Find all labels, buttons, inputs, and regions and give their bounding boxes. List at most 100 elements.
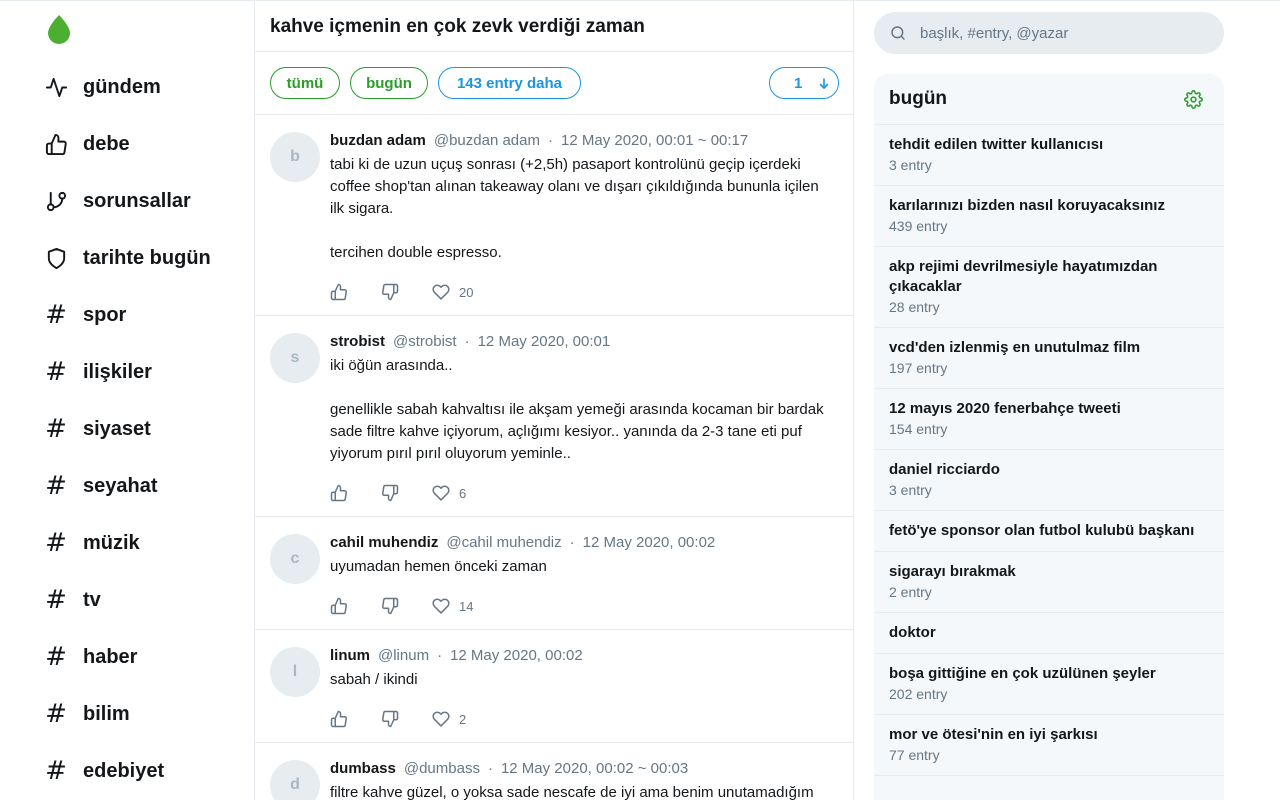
nav-label: debe (83, 132, 130, 155)
favorite-count: 20 (459, 284, 474, 300)
search-input[interactable] (920, 12, 1210, 54)
entry-actions: 14 (330, 597, 473, 615)
hash-icon: # (45, 585, 67, 615)
author-name[interactable]: dumbass (330, 760, 396, 777)
nav-item-bilim[interactable]: # bilim (44, 694, 130, 734)
topic-item-count: 28 entry (889, 299, 940, 315)
thumbs-up-icon[interactable] (330, 484, 348, 502)
search-box[interactable] (874, 12, 1224, 54)
nav-label: siyaset (83, 417, 151, 440)
thumbs-up-icon[interactable] (330, 710, 348, 728)
git-branch-icon (44, 189, 68, 213)
author-handle[interactable]: @cahil muhendiz (446, 534, 561, 551)
author-handle[interactable]: @linum (378, 647, 429, 664)
thumbs-up-icon[interactable] (330, 283, 348, 301)
shield-icon (44, 246, 68, 270)
avatar[interactable]: c (270, 534, 320, 584)
author-handle[interactable]: @dumbass (404, 760, 480, 777)
nav-item-seyahat[interactable]: # seyahat (44, 466, 157, 506)
hash-icon: # (45, 357, 67, 387)
search-icon (891, 26, 905, 40)
thumbs-down-icon[interactable] (381, 597, 399, 615)
entry-text: sabah / ikindi (330, 669, 835, 691)
topic-item-title: akp rejimi devrilmesiyle hayatımızdan çı… (889, 258, 1158, 295)
author-name[interactable]: strobist (330, 333, 385, 350)
topic-column: kahve içmenin en çok zevk verdiği zaman … (254, 0, 854, 800)
author-name[interactable]: cahil muhendiz (330, 534, 438, 551)
avatar[interactable]: d (270, 760, 320, 800)
thumbs-down-icon[interactable] (381, 283, 399, 301)
topic-item[interactable]: vcd'den izlenmiş en unutulmaz film 197 e… (874, 327, 1224, 388)
nav-item-edebiyet[interactable]: # edebiyet (44, 751, 164, 791)
topic-item[interactable]: karılarınızı bizden nasıl koruyacaksınız… (874, 185, 1224, 246)
gear-icon[interactable] (1184, 90, 1203, 109)
nav-item-spor[interactable]: # spor (44, 295, 126, 335)
nav-label: sorunsallar (83, 189, 191, 212)
filter-all-button[interactable]: tümü (270, 67, 340, 99)
entry-date[interactable]: 12 May 2020, 00:02 (450, 647, 583, 664)
heart-icon[interactable] (432, 710, 450, 728)
hash-icon: # (45, 528, 67, 558)
avatar[interactable]: s (270, 333, 320, 383)
entry-date[interactable]: 12 May 2020, 00:01 (478, 333, 611, 350)
topic-item[interactable]: daniel ricciardo 3 entry (874, 449, 1224, 510)
topic-item[interactable]: tehdit edilen twitter kullanıcısı 3 entr… (874, 124, 1224, 185)
entry-paragraph: sabah / ikindi (330, 671, 418, 688)
nav-item-haber[interactable]: # haber (44, 637, 137, 677)
author-handle[interactable]: @buzdan adam (434, 132, 540, 149)
topic-item[interactable] (874, 775, 1224, 796)
author-name[interactable]: buzdan adam (330, 132, 426, 149)
author-name[interactable]: linum (330, 647, 370, 664)
thumbs-down-icon[interactable] (381, 710, 399, 728)
entry-date[interactable]: 12 May 2020, 00:01 ~ 00:17 (561, 132, 748, 149)
entry-header: strobist @strobist · 12 May 2020, 00:01 (330, 333, 610, 350)
entry-date[interactable]: 12 May 2020, 00:02 (583, 534, 716, 551)
author-handle[interactable]: @strobist (393, 333, 457, 350)
topic-item[interactable]: fetö'ye sponsor olan futbol kulubü başka… (874, 510, 1224, 551)
heart-icon[interactable] (432, 597, 450, 615)
topic-item[interactable]: akp rejimi devrilmesiyle hayatımızdan çı… (874, 246, 1224, 327)
today-topic-list: tehdit edilen twitter kullanıcısı 3 entr… (874, 124, 1224, 796)
nav-item-gundem[interactable]: gündem (44, 67, 161, 107)
nav-item-iliskiler[interactable]: # ilişkiler (44, 352, 152, 392)
page-number: 1 (794, 75, 803, 92)
entry-paragraph: uyumadan hemen önceki zaman (330, 558, 547, 575)
entry-item: b buzdan adam @buzdan adam · 12 May 2020… (255, 115, 853, 316)
nav-item-tv[interactable]: # tv (44, 580, 101, 620)
thumbs-up-icon[interactable] (330, 597, 348, 615)
nav-item-muzik[interactable]: # müzik (44, 523, 140, 563)
topic-item-title: daniel ricciardo (889, 461, 1000, 478)
topic-item[interactable]: 12 mayıs 2020 fenerbahçe tweeti 154 entr… (874, 388, 1224, 449)
nav-label: gündem (83, 75, 161, 98)
entry-item: l linum @linum · 12 May 2020, 00:02 saba… (255, 630, 853, 743)
entry-date[interactable]: 12 May 2020, 00:02 ~ 00:03 (501, 760, 688, 777)
nav-item-tarihte-bugun[interactable]: tarihte bugün (44, 238, 211, 278)
entry-text: iki öğün arasında.. genellikle sabah kah… (330, 355, 835, 465)
avatar[interactable]: l (270, 647, 320, 697)
entry-text: uyumadan hemen önceki zaman (330, 556, 835, 578)
nav-label: bilim (83, 702, 130, 725)
page-selector[interactable]: 1 (769, 67, 839, 99)
topic-item[interactable]: doktor (874, 612, 1224, 653)
favorite-count: 6 (459, 485, 467, 501)
filter-today-button[interactable]: bugün (350, 67, 428, 99)
drop-logo-icon[interactable] (47, 14, 71, 44)
entry-paragraph: genellikle sabah kahvaltısı ile akşam ye… (330, 401, 824, 462)
heart-icon[interactable] (432, 484, 450, 502)
topic-item[interactable]: sigarayı bırakmak 2 entry (874, 551, 1224, 612)
heart-icon[interactable] (432, 283, 450, 301)
divider (255, 51, 853, 52)
nav-label: spor (83, 303, 127, 326)
thumbs-down-icon[interactable] (381, 484, 399, 502)
topic-item[interactable]: mor ve ötesi'nin en iyi şarkısı 77 entry (874, 714, 1224, 775)
nav-label: tarihte bugün (83, 246, 211, 269)
topic-item[interactable]: boşa gittiğine en çok uzülünen şeyler 20… (874, 653, 1224, 714)
more-entries-button[interactable]: 143 entry daha (438, 67, 581, 99)
nav-item-debe[interactable]: debe (44, 124, 130, 164)
nav-item-siyaset[interactable]: # siyaset (44, 409, 151, 449)
nav-item-sorunsallar[interactable]: sorunsallar (44, 181, 191, 221)
entry-item: s strobist @strobist · 12 May 2020, 00:0… (255, 316, 853, 517)
avatar[interactable]: b (270, 132, 320, 182)
topic-item-title: boşa gittiğine en çok uzülünen şeyler (889, 665, 1156, 682)
entry-paragraph: iki öğün arasında.. (330, 357, 453, 374)
